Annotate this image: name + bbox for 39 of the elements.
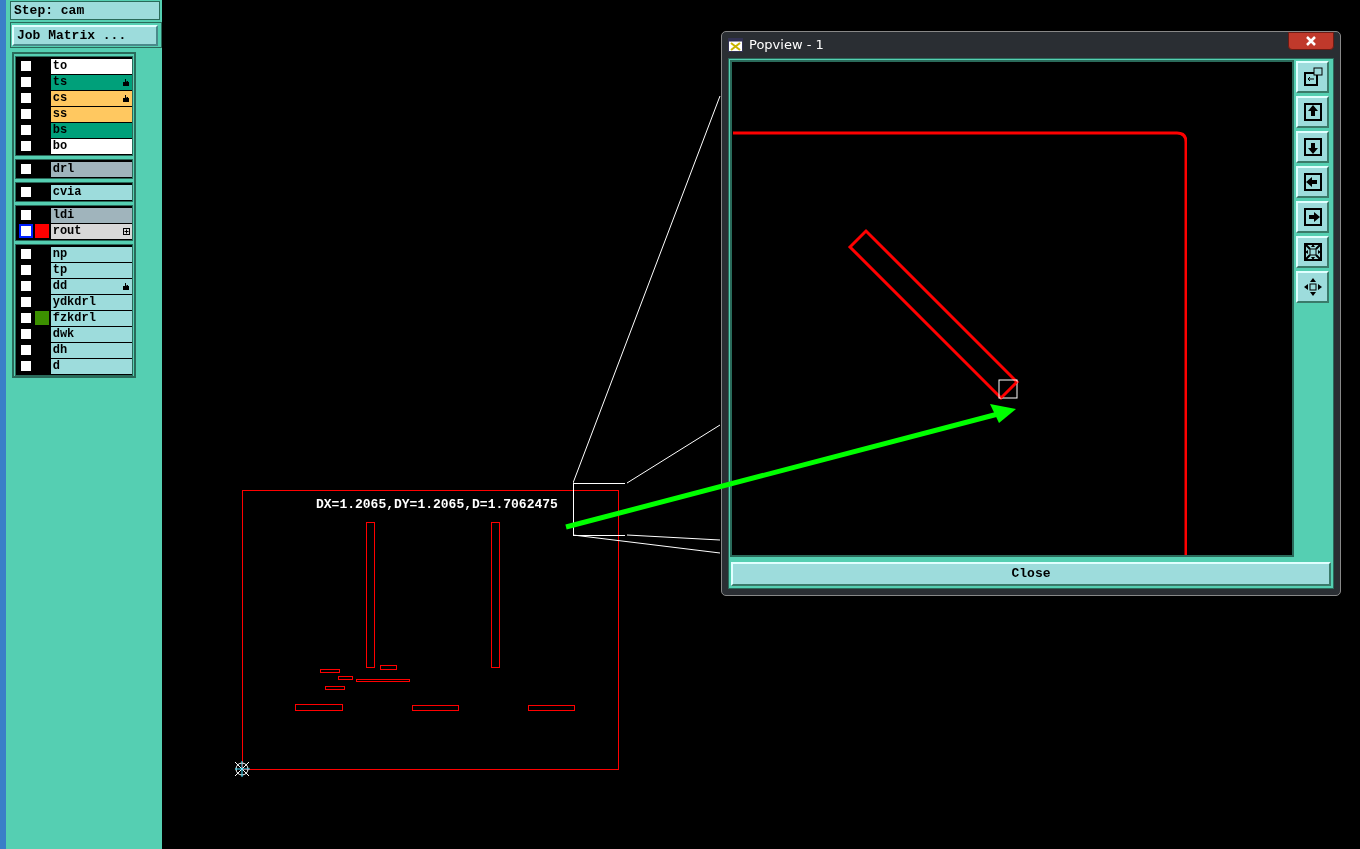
layer-name[interactable]: d (50, 358, 132, 374)
view-tool-button[interactable] (1296, 61, 1330, 93)
layer-name[interactable]: ts (50, 74, 132, 90)
layer-name[interactable]: to (50, 58, 132, 74)
arrow-up-icon (1301, 101, 1324, 123)
layer-name[interactable]: dd (50, 278, 132, 294)
layer-name[interactable]: np (50, 246, 132, 262)
arrow-left-icon (1301, 171, 1324, 193)
zoom-in-icon (1301, 241, 1324, 263)
layer-name[interactable]: bo (50, 138, 132, 154)
layer-name[interactable]: ydkdrl (50, 294, 132, 310)
view-tool-button[interactable] (1296, 271, 1330, 303)
arrow-right-icon (1301, 206, 1324, 228)
layer-name[interactable]: cs (50, 90, 132, 106)
view-tool-button[interactable] (1296, 236, 1330, 268)
layer-name[interactable]: fzkdrl (50, 310, 132, 326)
layer-name[interactable]: drl (50, 161, 132, 177)
layer-name[interactable]: ss (50, 106, 132, 122)
view-tool-button[interactable] (1296, 131, 1330, 163)
close-icon[interactable] (1288, 32, 1334, 50)
arrow-down-icon (1301, 136, 1324, 158)
layer-name[interactable]: dh (50, 342, 132, 358)
window-title: Popview - 1 (749, 36, 824, 55)
layer-name[interactable]: ldi (50, 207, 132, 223)
view-tool-button[interactable] (1296, 96, 1330, 128)
view-tool-button[interactable] (1296, 166, 1330, 198)
window-icon (1301, 66, 1324, 88)
layer-name[interactable]: cvia (50, 184, 132, 200)
layer-name[interactable]: dwk (50, 326, 132, 342)
layer-name[interactable]: bs (50, 122, 132, 138)
app-icon (728, 38, 743, 52)
measurement-text: DX=1.2065,DY=1.2065,D=1.7062475 (316, 498, 558, 511)
job-matrix-button[interactable]: Job Matrix ... (12, 24, 158, 46)
close-button[interactable]: Close (731, 562, 1331, 586)
step-label: Step: cam (10, 1, 160, 20)
layer-name[interactable]: tp (50, 262, 132, 278)
view-tool-button[interactable] (1296, 201, 1330, 233)
expand-icon[interactable] (123, 227, 130, 235)
layer-name[interactable]: rout (50, 223, 132, 239)
